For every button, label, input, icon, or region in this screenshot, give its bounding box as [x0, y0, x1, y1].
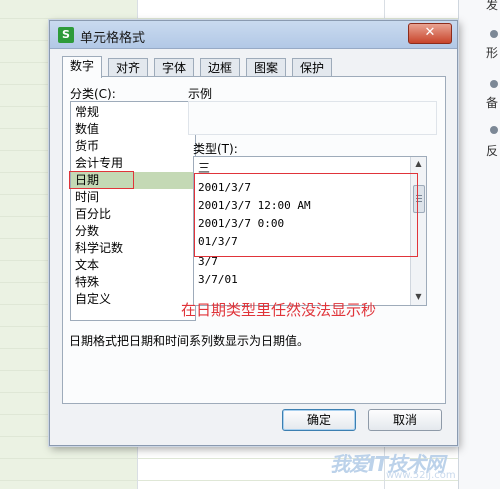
format-cells-dialog: S 单元格格式 ✕ 数字 对齐 字体 边框 图案 保护 分类(C): 常规 数值… [49, 20, 458, 446]
category-list[interactable]: 常规 数值 货币 会计专用 日期 时间 百分比 分数 科学记数 文本 特殊 自定… [70, 101, 196, 321]
gridline [0, 18, 500, 19]
tab-alignment[interactable]: 对齐 [108, 58, 149, 77]
app-icon: S [58, 27, 74, 43]
type-item[interactable]: 3/7/01 [194, 271, 410, 289]
category-item[interactable]: 会计专用 [71, 155, 195, 172]
category-item[interactable]: 时间 [71, 189, 195, 206]
feedback-icon [490, 126, 498, 134]
category-label: 分类(C): [70, 87, 116, 101]
category-item[interactable]: 货币 [71, 138, 195, 155]
category-item[interactable]: 百分比 [71, 206, 195, 223]
category-item[interactable]: 特殊 [71, 274, 195, 291]
type-label: 类型(T): [193, 142, 238, 156]
tab-border[interactable]: 边框 [200, 58, 241, 77]
sample-box [188, 101, 437, 135]
category-item[interactable]: 数值 [71, 121, 195, 138]
highlight-box-types [194, 173, 418, 257]
dialog-titlebar[interactable]: S 单元格格式 ✕ [50, 21, 457, 49]
format-description: 日期格式把日期和时间系列数显示为日期值。 [69, 334, 310, 348]
tab-pattern[interactable]: 图案 [246, 58, 287, 77]
side-panel-item[interactable]: 形 [486, 44, 500, 61]
scroll-up-arrow-icon[interactable]: ▲ [411, 157, 426, 171]
tab-font[interactable]: 字体 [154, 58, 195, 77]
annotation-text: 在日期类型里任然没法显示秒 [181, 301, 377, 319]
close-button[interactable]: ✕ [408, 23, 452, 44]
dialog-title: 单元格格式 [80, 31, 146, 46]
side-panel-item[interactable]: 备 [486, 94, 500, 111]
shape-icon [490, 30, 498, 38]
scroll-down-arrow-icon[interactable]: ▼ [411, 290, 426, 304]
side-panel [458, 0, 500, 489]
category-item[interactable]: 自定义 [71, 291, 195, 308]
side-panel-item[interactable]: 发 [486, 0, 500, 13]
backup-icon [490, 80, 498, 88]
side-panel-item[interactable]: 反 [486, 142, 500, 159]
category-item[interactable]: 分数 [71, 223, 195, 240]
category-item[interactable]: 文本 [71, 257, 195, 274]
sample-label: 示例 [188, 87, 213, 101]
tab-number[interactable]: 数字 [62, 56, 103, 78]
cancel-button[interactable]: 取消 [368, 409, 442, 431]
tab-protection[interactable]: 保护 [292, 58, 333, 77]
watermark-url: www.52ij.com [386, 470, 456, 481]
tab-panel: 分类(C): 常规 数值 货币 会计专用 日期 时间 百分比 分数 科学记数 文… [62, 76, 446, 404]
category-item[interactable]: 科学记数 [71, 240, 195, 257]
ok-button[interactable]: 确定 [282, 409, 356, 431]
category-item[interactable]: 常规 [71, 104, 195, 121]
highlight-box-category [69, 171, 134, 189]
